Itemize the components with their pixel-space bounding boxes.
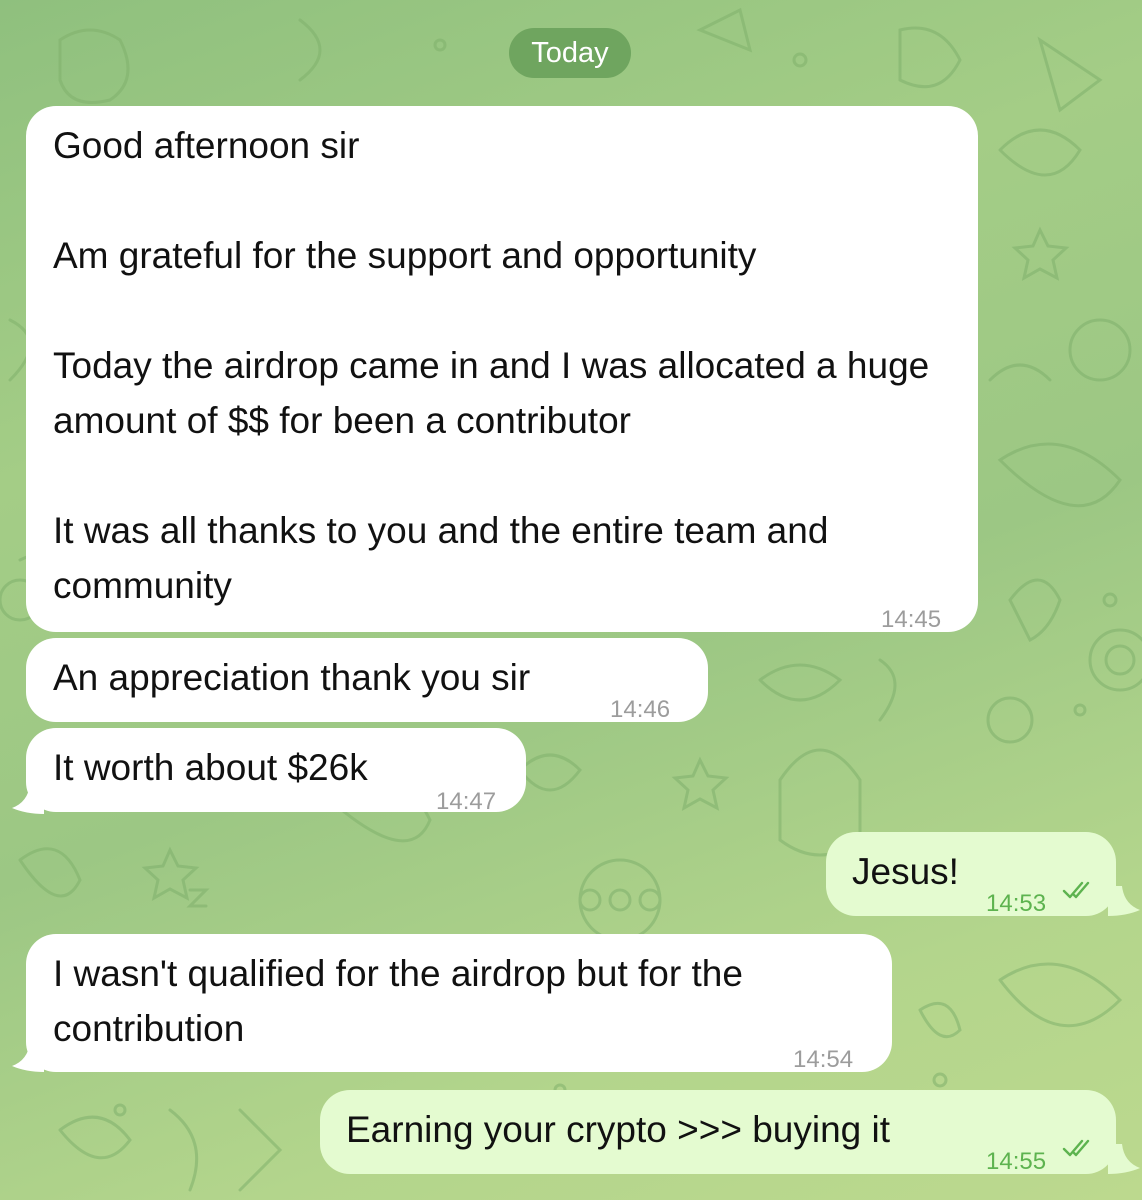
message-bubble-incoming[interactable]: It worth about $26k 14:47 bbox=[26, 728, 526, 815]
date-separator: Today bbox=[509, 28, 631, 78]
message-text: Good afternoon sir Am grateful for the s… bbox=[53, 125, 930, 606]
message-time: 14:47 bbox=[436, 788, 497, 815]
message-time: 14:45 bbox=[881, 606, 942, 633]
bubble-tail-icon bbox=[12, 1042, 44, 1072]
message-time: 14:46 bbox=[610, 696, 671, 723]
message-time: 14:54 bbox=[793, 1046, 854, 1073]
bubble-tail-icon bbox=[1108, 1144, 1140, 1174]
message-text: I wasn't qualified for the airdrop but f… bbox=[53, 953, 743, 1049]
message-text: Earning your crypto >>> buying it bbox=[346, 1109, 891, 1150]
message-text: An appreciation thank you sir bbox=[53, 657, 531, 698]
bubble-tail-icon bbox=[1108, 886, 1140, 916]
message-bubble-incoming[interactable]: I wasn't qualified for the airdrop but f… bbox=[26, 934, 892, 1073]
message-bubble-incoming[interactable]: Good afternoon sir Am grateful for the s… bbox=[26, 106, 978, 633]
bubble-tail-icon bbox=[12, 784, 44, 814]
message-text: It worth about $26k bbox=[53, 747, 368, 788]
message-bubble-outgoing[interactable]: Jesus! 14:53 bbox=[826, 832, 1116, 917]
message-text: Jesus! bbox=[852, 851, 959, 892]
message-time: 14:55 bbox=[986, 1148, 1047, 1175]
message-bubble-incoming[interactable]: An appreciation thank you sir 14:46 bbox=[26, 638, 708, 723]
message-bubble-outgoing[interactable]: Earning your crypto >>> buying it 14:55 bbox=[320, 1090, 1116, 1175]
double-check-read-icon bbox=[1062, 881, 1090, 899]
message-time: 14:53 bbox=[986, 890, 1047, 917]
double-check-read-icon bbox=[1062, 1139, 1090, 1157]
